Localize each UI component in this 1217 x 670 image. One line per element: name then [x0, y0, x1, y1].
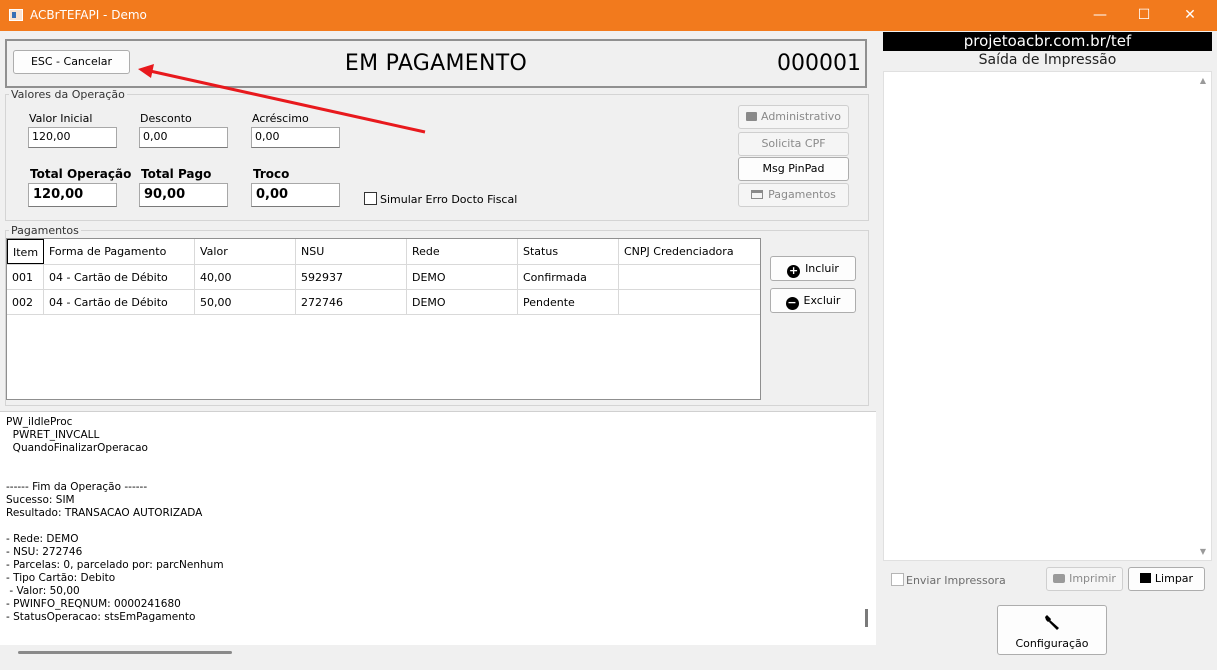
annotation-arrow [138, 64, 426, 134]
